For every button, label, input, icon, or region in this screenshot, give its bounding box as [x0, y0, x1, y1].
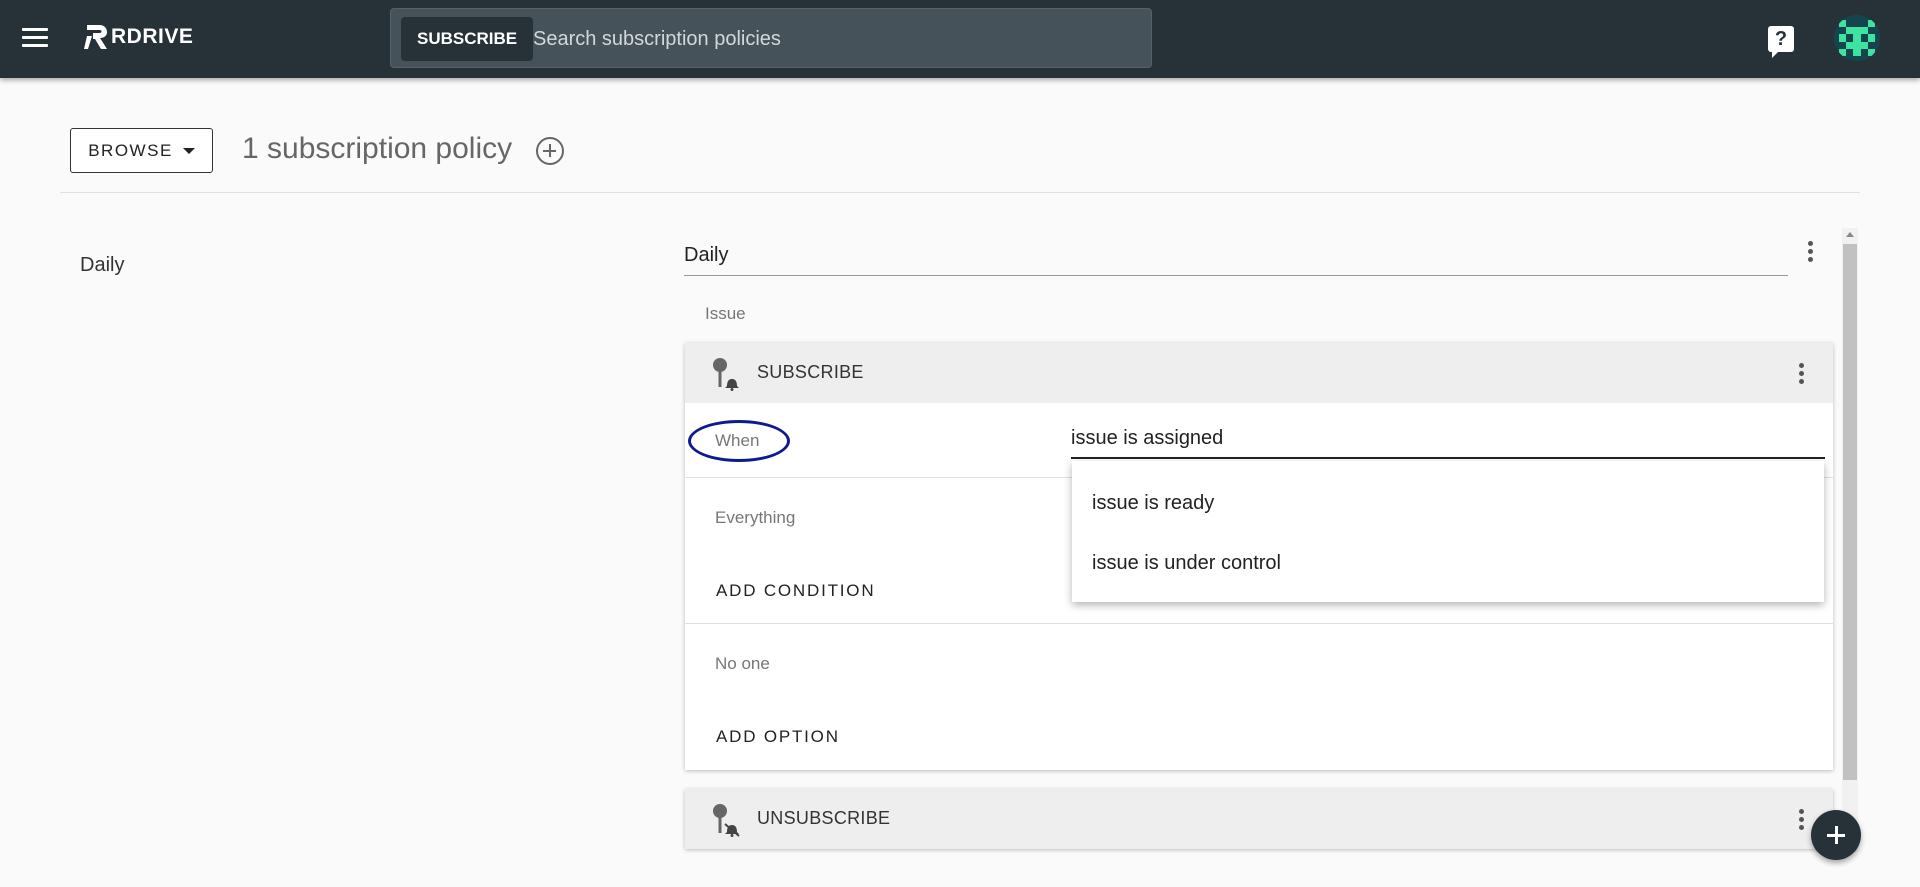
browse-button-label: BROWSE	[88, 140, 173, 160]
dropdown-option[interactable]: issue is under control	[1072, 533, 1824, 593]
add-fab-button[interactable]	[1811, 810, 1861, 860]
pin-bell-icon	[713, 358, 739, 391]
search-input[interactable]	[533, 17, 1133, 61]
logo-text: RDRIVE	[111, 25, 194, 48]
when-dropdown-menu: issue is ready issue is under control	[1072, 461, 1824, 602]
page-title: 1 subscription policy	[242, 132, 513, 165]
add-option-button[interactable]: ADD OPTION	[716, 727, 840, 747]
condition-text: Everything	[715, 508, 796, 527]
subscribe-card-title: SUBSCRIBE	[757, 362, 864, 382]
app-logo[interactable]: RDRIVE	[84, 22, 193, 52]
dropdown-option[interactable]: issue is ready	[1072, 473, 1824, 533]
top-app-bar: RDRIVE SUBSCRIBE ?	[0, 0, 1920, 78]
option-text: No one	[715, 654, 770, 673]
unsubscribe-card: UNSUBSCRIBE	[685, 789, 1833, 849]
policy-name-field[interactable]: Daily	[684, 240, 1788, 276]
pixel-avatar-icon	[1839, 20, 1875, 56]
subscribe-card-header[interactable]: SUBSCRIBE	[685, 343, 1833, 403]
unsubscribe-card-title: UNSUBSCRIBE	[757, 808, 891, 828]
subscribe-more-icon[interactable]	[1798, 363, 1804, 385]
search-bar: SUBSCRIBE	[390, 8, 1152, 68]
policy-list-item[interactable]: Daily	[80, 254, 124, 277]
unsubscribe-card-header[interactable]: UNSUBSCRIBE	[685, 789, 1833, 849]
add-circle-icon[interactable]	[536, 137, 564, 165]
scrollbar-thumb[interactable]	[1843, 244, 1857, 780]
browse-button[interactable]: BROWSE	[70, 128, 213, 173]
hamburger-menu-icon[interactable]	[22, 28, 48, 48]
help-icon[interactable]: ?	[1768, 26, 1794, 58]
row-divider	[685, 623, 1833, 624]
unsubscribe-more-icon[interactable]	[1798, 809, 1804, 831]
add-condition-button[interactable]: ADD CONDITION	[716, 581, 875, 601]
rdrive-logo-icon	[84, 25, 107, 49]
highlight-ring	[688, 420, 790, 462]
header-divider	[60, 192, 1860, 193]
section-label: Issue	[705, 304, 746, 323]
search-scope-chip[interactable]: SUBSCRIBE	[401, 17, 534, 61]
scroll-up-icon[interactable]	[1846, 232, 1854, 237]
policy-more-icon[interactable]	[1807, 241, 1813, 263]
avatar[interactable]	[1834, 15, 1880, 61]
caret-down-icon	[182, 147, 195, 154]
when-select-field[interactable]: issue is assigned	[1071, 413, 1825, 459]
pin-bell-off-icon	[713, 804, 740, 837]
